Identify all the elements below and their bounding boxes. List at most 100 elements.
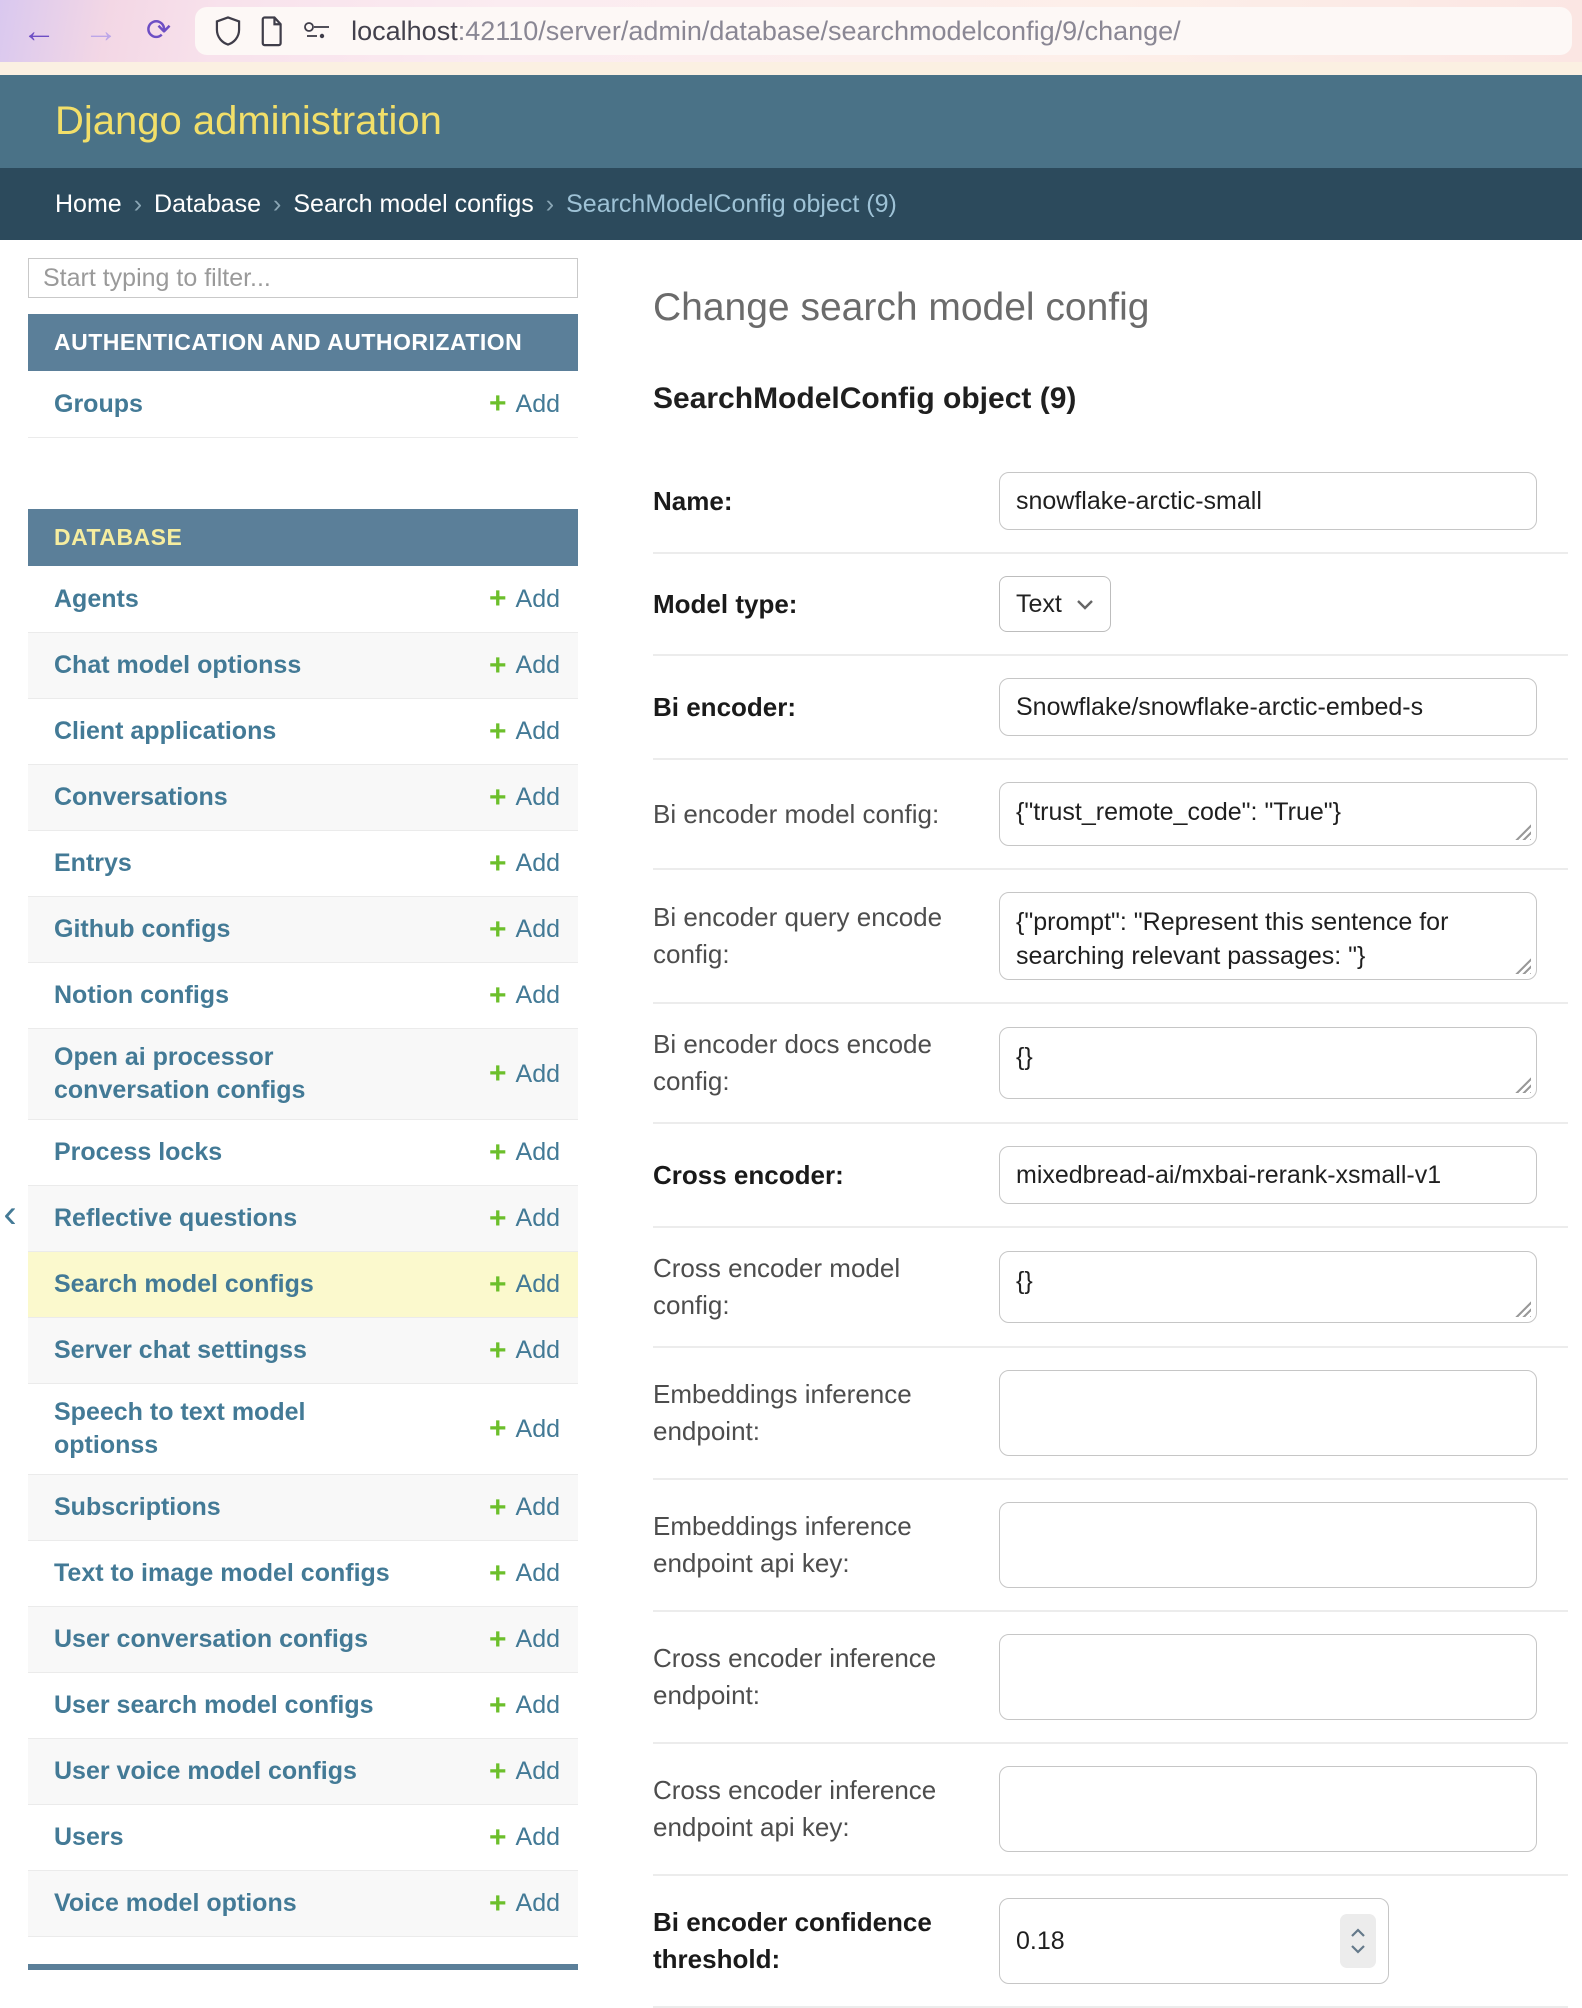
add-link-github-configs[interactable]: + Add xyxy=(489,915,560,945)
add-link-server-chat-settingss[interactable]: + Add xyxy=(489,1336,560,1366)
change-form: Name: snowflake-arctic-small Model type:… xyxy=(653,450,1568,2008)
bi-encoder-docs-encode-config-input[interactable]: {} xyxy=(999,1027,1537,1099)
sidebar-filter-input[interactable] xyxy=(28,258,578,298)
add-link-speech-to-text-model-optionss[interactable]: + Add xyxy=(489,1414,560,1444)
sidebar-item-entrys[interactable]: Entrys xyxy=(54,847,132,880)
sidebar-section-caption[interactable]: AUTHENTICATION AND AUTHORIZATION xyxy=(28,314,578,371)
page-title: Change search model config xyxy=(653,286,1568,330)
field-label-bi-encoder: Bi encoder: xyxy=(653,689,983,726)
bi-encoder-confidence-threshold-input[interactable]: 0.18 xyxy=(999,1898,1389,1984)
form-row: Bi encoder confidence threshold: 0.18 xyxy=(653,1876,1568,2008)
add-link-reflective-questions[interactable]: + Add xyxy=(489,1204,560,1234)
main-content: Change search model config SearchModelCo… xyxy=(653,258,1568,2008)
resize-handle-icon[interactable] xyxy=(1514,1300,1531,1317)
browser-refresh-button[interactable]: ⟳ xyxy=(132,16,185,46)
form-row: Cross encoder model config: {} xyxy=(653,1228,1568,1348)
sidebar-item-process-locks[interactable]: Process locks xyxy=(54,1136,222,1169)
bi-encoder-query-encode-config-input[interactable]: {"prompt": "Represent this sentence for … xyxy=(999,892,1537,980)
field-label-cross-encoder: Cross encoder: xyxy=(653,1157,983,1194)
add-link-user-conversation-configs[interactable]: + Add xyxy=(489,1625,560,1655)
sidebar-item-notion-configs[interactable]: Notion configs xyxy=(54,979,229,1012)
bi-encoder-input[interactable]: Snowflake/snowflake-arctic-embed-s xyxy=(999,678,1537,736)
name-input[interactable]: snowflake-arctic-small xyxy=(999,472,1537,530)
cross-encoder-inference-endpoint-api-key-input[interactable] xyxy=(999,1766,1537,1852)
add-link-users[interactable]: + Add xyxy=(489,1823,560,1853)
plus-icon: + xyxy=(489,389,507,419)
form-row: Bi encoder model config: {"trust_remote_… xyxy=(653,760,1568,870)
resize-handle-icon[interactable] xyxy=(1514,1076,1531,1093)
bi-encoder-model-config-input[interactable]: {"trust_remote_code": "True"} xyxy=(999,782,1537,846)
page-info-icon[interactable] xyxy=(259,15,285,47)
field-label-bi-encoder-docs-encode-config: Bi encoder docs encode config: xyxy=(653,1026,983,1100)
sidebar-row: Speech to text model optionss + Add xyxy=(28,1383,578,1474)
breadcrumb-bar: Home›Database›Search model configs›Searc… xyxy=(0,168,1582,240)
sidebar-item-server-chat-settingss[interactable]: Server chat settingss xyxy=(54,1334,307,1367)
sidebar-item-text-to-image-model-configs[interactable]: Text to image model configs xyxy=(54,1557,390,1590)
model-type-select[interactable]: Text xyxy=(999,576,1111,632)
add-link-entrys[interactable]: + Add xyxy=(489,849,560,879)
add-link-user-search-model-configs[interactable]: + Add xyxy=(489,1691,560,1721)
sidebar-collapse-toggle[interactable]: ‹ xyxy=(0,1192,20,1236)
sidebar-row: User voice model configs + Add xyxy=(28,1738,578,1804)
add-link-user-voice-model-configs[interactable]: + Add xyxy=(489,1757,560,1787)
browser-address-bar[interactable]: localhost:42110/server/admin/database/se… xyxy=(195,7,1572,55)
sidebar-item-client-applications[interactable]: Client applications xyxy=(54,715,276,748)
breadcrumb-link-database[interactable]: Database xyxy=(154,190,261,219)
cross-encoder-model-config-input[interactable]: {} xyxy=(999,1251,1537,1323)
add-link-notion-configs[interactable]: + Add xyxy=(489,981,560,1011)
sidebar-item-speech-to-text-model-optionss[interactable]: Speech to text model optionss xyxy=(54,1396,414,1462)
sidebar-item-subscriptions[interactable]: Subscriptions xyxy=(54,1491,221,1524)
breadcrumb-link-home[interactable]: Home xyxy=(55,190,122,219)
chevron-down-icon xyxy=(1076,598,1094,610)
add-link-subscriptions[interactable]: + Add xyxy=(489,1493,560,1523)
plus-icon: + xyxy=(489,1138,507,1168)
sidebar-item-user-search-model-configs[interactable]: User search model configs xyxy=(54,1689,374,1722)
sidebar-item-reflective-questions[interactable]: Reflective questions xyxy=(54,1202,297,1235)
sidebar-row: Notion configs + Add xyxy=(28,962,578,1028)
add-link-client-applications[interactable]: + Add xyxy=(489,717,560,747)
add-link-groups[interactable]: + Add xyxy=(489,389,560,419)
chevron-up-icon xyxy=(1350,1928,1366,1938)
cross-encoder-inference-endpoint-input[interactable] xyxy=(999,1634,1537,1720)
plus-icon: + xyxy=(489,1493,507,1523)
add-link-text-to-image-model-configs[interactable]: + Add xyxy=(489,1559,560,1589)
add-link-voice-model-options[interactable]: + Add xyxy=(489,1889,560,1919)
site-title[interactable]: Django administration xyxy=(55,99,442,144)
field-label-bi-encoder-model-config: Bi encoder model config: xyxy=(653,796,983,833)
browser-forward-button[interactable]: → xyxy=(70,14,132,48)
cross-encoder-input[interactable]: mixedbread-ai/mxbai-rerank-xsmall-v1 xyxy=(999,1146,1537,1204)
add-link-process-locks[interactable]: + Add xyxy=(489,1138,560,1168)
sidebar-item-users[interactable]: Users xyxy=(54,1821,124,1854)
sidebar-item-groups[interactable]: Groups xyxy=(54,388,143,421)
sidebar-item-user-voice-model-configs[interactable]: User voice model configs xyxy=(54,1755,357,1788)
sidebar-row: Groups + Add xyxy=(28,371,578,437)
embeddings-inference-endpoint-api-key-input[interactable] xyxy=(999,1502,1537,1588)
sidebar-item-chat-model-optionss[interactable]: Chat model optionss xyxy=(54,649,301,682)
browser-back-button[interactable]: ← xyxy=(8,14,70,48)
sidebar-item-open-ai-processor-conversation-configs[interactable]: Open ai processor conversation configs xyxy=(54,1041,414,1107)
sidebar-section-caption[interactable]: DATABASE xyxy=(28,509,578,566)
add-link-open-ai-processor-conversation-configs[interactable]: + Add xyxy=(489,1059,560,1089)
sidebar-item-agents[interactable]: Agents xyxy=(54,583,139,616)
sidebar-item-conversations[interactable]: Conversations xyxy=(54,781,228,814)
plus-icon: + xyxy=(489,1414,507,1444)
field-label-embeddings-inference-endpoint: Embeddings inference endpoint: xyxy=(653,1376,983,1450)
add-link-agents[interactable]: + Add xyxy=(489,584,560,614)
sidebar-item-github-configs[interactable]: Github configs xyxy=(54,913,230,946)
object-title: SearchModelConfig object (9) xyxy=(653,382,1568,416)
add-link-search-model-configs[interactable]: + Add xyxy=(489,1270,560,1300)
breadcrumb-link-search-model-configs[interactable]: Search model configs xyxy=(293,190,533,219)
add-link-chat-model-optionss[interactable]: + Add xyxy=(489,651,560,681)
sidebar-row: Users + Add xyxy=(28,1804,578,1870)
number-stepper[interactable] xyxy=(1340,1914,1376,1968)
add-link-conversations[interactable]: + Add xyxy=(489,783,560,813)
url-path: :42110/server/admin/database/searchmodel… xyxy=(458,16,1181,46)
sidebar-item-user-conversation-configs[interactable]: User conversation configs xyxy=(54,1623,368,1656)
embeddings-inference-endpoint-input[interactable] xyxy=(999,1370,1537,1456)
sidebar-item-voice-model-options[interactable]: Voice model options xyxy=(54,1887,297,1920)
plus-icon: + xyxy=(489,1625,507,1655)
sidebar-item-search-model-configs[interactable]: Search model configs xyxy=(54,1268,314,1301)
plus-icon: + xyxy=(489,783,507,813)
site-permissions-icon[interactable] xyxy=(301,19,335,43)
shield-icon[interactable] xyxy=(213,15,243,47)
